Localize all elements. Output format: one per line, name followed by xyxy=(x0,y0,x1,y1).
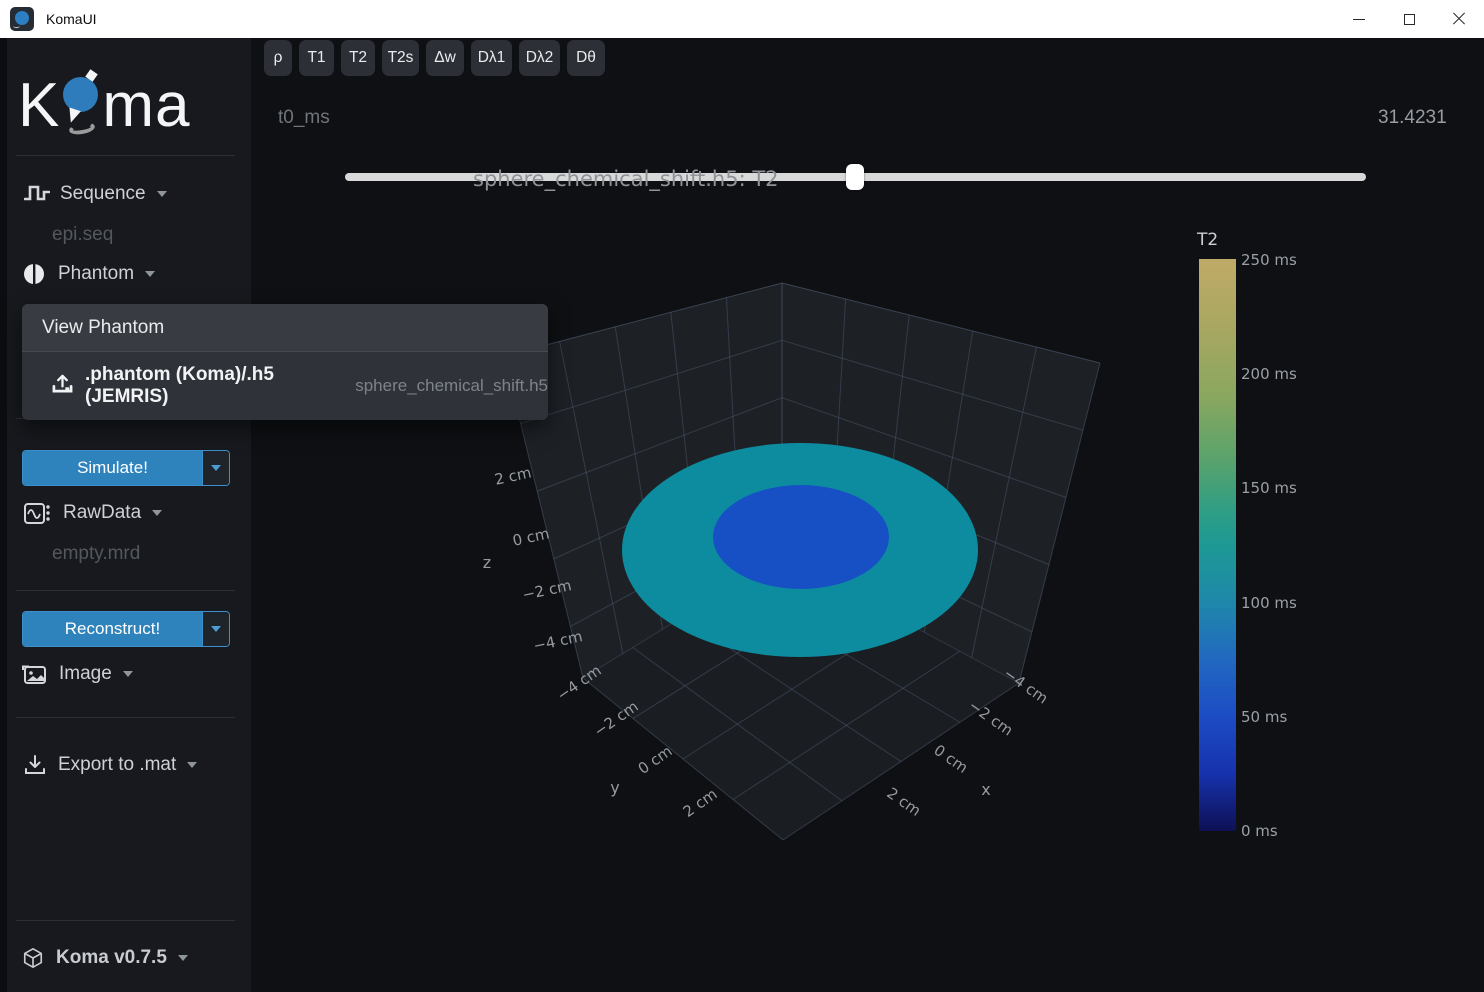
sidebar-divider xyxy=(16,590,235,591)
simulate-split-button: Simulate! xyxy=(22,450,230,486)
scope-icon xyxy=(24,503,51,524)
chevron-down-icon xyxy=(187,762,197,768)
x-tick: 2 cm xyxy=(883,784,924,820)
version-label: Koma v0.7.5 xyxy=(56,947,167,969)
main-area: ρ T1 T2 T2s Δw Dλ1 Dλ2 Dθ t0_ms 31.4231 … xyxy=(251,38,1484,992)
chevron-down-icon xyxy=(152,510,162,516)
sidebar-edge-strip xyxy=(0,38,7,992)
colorbar-tick: 200 ms xyxy=(1241,365,1297,383)
app-window: KomaUI K ma Sequence epi.seq xyxy=(0,0,1484,992)
chevron-down-icon xyxy=(211,465,221,471)
colorbar-tick: 0 ms xyxy=(1241,822,1278,840)
phantom-label: Phantom xyxy=(58,263,134,285)
x-tick: −2 cm xyxy=(965,696,1016,739)
sidebar-item-sequence[interactable]: Sequence xyxy=(0,179,251,209)
window-controls xyxy=(1334,0,1484,38)
colorbar-tick: 150 ms xyxy=(1241,479,1297,497)
x-axis-title: x xyxy=(981,780,990,799)
app-icon-globe xyxy=(15,11,29,25)
colorbar-title: T2 xyxy=(1197,230,1218,250)
sidebar-item-version[interactable]: Koma v0.7.5 xyxy=(0,943,251,973)
reconstruct-button[interactable]: Reconstruct! xyxy=(23,612,202,646)
image-icon xyxy=(22,664,47,685)
export-mat-label: Export to .mat xyxy=(58,754,176,776)
chevron-down-icon xyxy=(145,271,155,277)
app-icon-orbit xyxy=(13,24,20,28)
phantom-upload-menu-item[interactable]: .phantom (Koma)/.h5 (JEMRIS) sphere_chem… xyxy=(22,352,548,419)
phantom-inner-disk xyxy=(713,485,889,589)
sequence-label: Sequence xyxy=(60,183,146,205)
phantom-upload-label: .phantom (Koma)/.h5 (JEMRIS) xyxy=(85,364,329,408)
brain-icon xyxy=(22,262,46,286)
simulate-button[interactable]: Simulate! xyxy=(23,451,202,485)
upload-icon xyxy=(52,373,73,399)
colorbar-tick: 50 ms xyxy=(1241,708,1287,726)
sidebar-divider xyxy=(16,920,235,921)
sequence-file-item[interactable]: epi.seq xyxy=(52,224,113,246)
app-icon xyxy=(10,7,34,31)
sidebar-item-image[interactable]: Image xyxy=(0,659,251,689)
y-axis-title: y xyxy=(610,778,619,797)
chevron-down-icon xyxy=(178,955,188,961)
view-phantom-menu-item[interactable]: View Phantom xyxy=(22,304,548,352)
minimize-button[interactable] xyxy=(1334,0,1384,38)
koma-logo: K ma xyxy=(18,50,191,160)
sidebar-item-export-mat[interactable]: Export to .mat xyxy=(0,750,251,780)
titlebar: KomaUI xyxy=(0,0,1484,38)
phantom-current-file: sphere_chemical_shift.h5 xyxy=(355,376,548,396)
sidebar-item-phantom[interactable]: Phantom xyxy=(0,259,251,289)
window-title: KomaUI xyxy=(46,11,97,27)
logo-text-ma: ma xyxy=(102,70,190,141)
sidebar-divider xyxy=(16,717,235,718)
x-tick: 0 cm xyxy=(930,741,971,777)
sidebar-item-rawdata[interactable]: RawData xyxy=(0,498,251,528)
logo-text-k: K xyxy=(18,70,60,141)
chevron-down-icon xyxy=(157,191,167,197)
z-tick: 0 cm xyxy=(511,524,551,549)
close-button[interactable] xyxy=(1434,0,1484,38)
phantom-3d-plot[interactable]: 2 cm 0 cm −2 cm −4 cm z −4 cm −2 cm 0 cm… xyxy=(251,38,1484,992)
rawdata-label: RawData xyxy=(63,502,141,524)
download-icon xyxy=(24,754,46,776)
phantom-dropdown-menu: View Phantom .phantom (Koma)/.h5 (JEMRIS… xyxy=(22,304,548,420)
colorbar-tick: 100 ms xyxy=(1241,594,1297,612)
reconstruct-split-button: Reconstruct! xyxy=(22,611,230,647)
rawdata-file-item[interactable]: empty.mrd xyxy=(52,543,140,565)
minimize-icon xyxy=(1353,19,1365,20)
simulate-options-button[interactable] xyxy=(202,451,229,485)
y-tick: 2 cm xyxy=(680,785,721,821)
reconstruct-options-button[interactable] xyxy=(202,612,229,646)
colorbar-tick: 250 ms xyxy=(1241,251,1297,269)
chevron-down-icon xyxy=(123,671,133,677)
sidebar-divider xyxy=(16,155,235,156)
close-icon xyxy=(1452,12,1466,26)
z-axis-title: z xyxy=(483,553,491,572)
maximize-button[interactable] xyxy=(1384,0,1434,38)
logo-globe-icon xyxy=(61,59,101,151)
image-label: Image xyxy=(59,663,112,685)
chevron-down-icon xyxy=(211,626,221,632)
z-tick: 2 cm xyxy=(493,463,533,488)
sidebar: K ma Sequence epi.seq Phantom xyxy=(0,38,251,992)
colorbar xyxy=(1199,259,1236,831)
sequence-pulse-icon xyxy=(24,184,50,204)
maximize-icon xyxy=(1404,14,1415,25)
package-icon xyxy=(22,947,44,969)
